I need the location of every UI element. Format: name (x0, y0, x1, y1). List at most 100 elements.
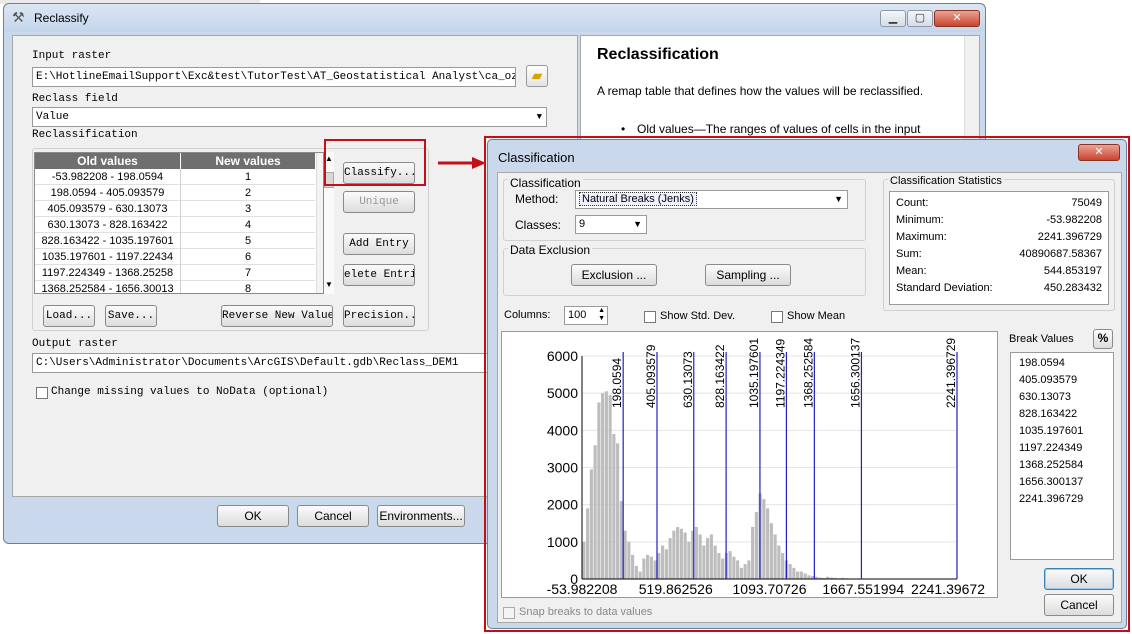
break-value-item[interactable]: 2241.396729 (1019, 493, 1083, 510)
column-header-new-values[interactable]: New values (181, 153, 315, 169)
delete-entries-button[interactable]: elete Entrie (343, 264, 415, 286)
columns-spinner[interactable]: 100 ▲ ▼ (564, 306, 608, 325)
precision-button[interactable]: Precision... (343, 305, 415, 327)
old-values-cell[interactable]: -53.982208 - 198.0594 (35, 169, 181, 185)
table-row[interactable]: 198.0594 - 405.093579 2 (35, 185, 316, 201)
snap-checkbox[interactable] (503, 607, 515, 619)
histogram-bar (721, 558, 725, 579)
reclassify-ok-button[interactable]: OK (217, 505, 289, 527)
histogram-bar (799, 571, 803, 579)
new-values-cell[interactable]: 6 (181, 249, 315, 265)
statistic-value: 2241.396729 (1037, 231, 1102, 243)
input-raster-field[interactable]: E:\HotlineEmailSupport\Exc&test\TutorTes… (32, 67, 516, 87)
table-row[interactable]: -53.982208 - 198.0594 1 (35, 169, 316, 185)
break-value-item[interactable]: 828.163422 (1019, 408, 1077, 425)
sampling-button[interactable]: Sampling ... (705, 264, 791, 286)
reclassify-cancel-button[interactable]: Cancel (297, 505, 369, 527)
close-button[interactable]: ✕ (934, 10, 980, 27)
break-values-list[interactable]: 198.0594 405.093579 630.13073 828.163422 103… (1010, 352, 1114, 560)
histogram-bar (781, 552, 785, 579)
classification-ok-button[interactable]: OK (1044, 568, 1114, 590)
reclass-field-select[interactable]: Value ▼ (32, 107, 547, 127)
save-button[interactable]: Save... (105, 305, 157, 327)
spinner-arrows-icon[interactable]: ▲ ▼ (598, 307, 605, 323)
old-values-cell[interactable]: 1197.224349 - 1368.25258 (35, 265, 181, 281)
histogram-bar (616, 443, 620, 579)
exclusion-button[interactable]: Exclusion ... (571, 264, 657, 286)
new-values-cell[interactable]: 8 (181, 281, 315, 293)
new-values-cell[interactable]: 1 (181, 169, 315, 185)
table-scrollbar[interactable] (316, 153, 323, 293)
statistic-name: Minimum: (896, 214, 944, 226)
table-row[interactable]: 828.163422 - 1035.197601 5 (35, 233, 316, 249)
histogram-chart: 0100020003000400050006000198.0594 405.093… (547, 338, 986, 597)
histogram-bar (694, 526, 698, 579)
break-value-item[interactable]: 1656.300137 (1019, 476, 1083, 493)
histogram-bar (788, 564, 792, 579)
old-values-cell[interactable]: 630.13073 - 828.163422 (35, 217, 181, 233)
table-row[interactable]: 1197.224349 - 1368.25258 7 (35, 265, 316, 281)
histogram-bar (668, 538, 672, 579)
column-header-old-values[interactable]: Old values (35, 153, 181, 169)
break-values-label: Break Values (1009, 333, 1074, 345)
statistic-row: Count: 75049 (896, 197, 1102, 214)
reverse-new-values-button[interactable]: Reverse New Values (221, 305, 333, 327)
maximize-button[interactable]: ▢ (907, 10, 933, 27)
new-values-cell[interactable]: 5 (181, 233, 315, 249)
break-line-label: 1197.224349 (773, 338, 787, 408)
reclass-table[interactable]: Old values New values -53.982208 - 198.0… (34, 152, 324, 294)
help-paragraph: A remap table that defines how the value… (597, 84, 924, 98)
method-select[interactable]: Natural Breaks (Jenks) ▼ (575, 190, 848, 209)
new-values-cell[interactable]: 2 (181, 185, 315, 201)
load-button[interactable]: Load... (43, 305, 95, 327)
table-row[interactable]: 1368.252584 - 1656.30013 8 (35, 281, 316, 293)
histogram-bar (619, 500, 623, 579)
histogram-bar (631, 554, 635, 579)
histogram-bar (661, 545, 665, 579)
break-value-item[interactable]: 1035.197601 (1019, 425, 1083, 442)
environments-button[interactable]: Environments... (377, 505, 465, 527)
histogram-bar (649, 556, 653, 579)
statistic-row: Mean: 544.853197 (896, 265, 1102, 282)
histogram-bar (796, 571, 800, 579)
table-row[interactable]: 405.093579 - 630.13073 3 (35, 201, 316, 217)
break-value-item[interactable]: 1368.252584 (1019, 459, 1083, 476)
break-value-item[interactable]: 1197.224349 (1019, 442, 1082, 459)
x-tick-label: 519.862526 (639, 581, 713, 597)
old-values-cell[interactable]: 198.0594 - 405.093579 (35, 185, 181, 201)
new-values-cell[interactable]: 4 (181, 217, 315, 233)
folder-open-icon[interactable]: ▰ (526, 65, 548, 87)
new-values-cell[interactable]: 3 (181, 201, 315, 217)
histogram-bar (642, 558, 646, 579)
classification-close-button[interactable]: ✕ (1078, 144, 1120, 161)
unique-button[interactable]: Unique (343, 191, 415, 213)
break-value-item[interactable]: 630.13073 (1019, 391, 1071, 408)
break-value-item[interactable]: 405.093579 (1019, 374, 1077, 391)
histogram-bar (706, 538, 710, 579)
histogram-area[interactable]: 0 1000 2000 3000 4000 5000 6000 198.0594 405.093… (501, 331, 998, 598)
output-raster-field[interactable]: C:\Users\Administrator\Documents\ArcGIS\… (32, 353, 516, 373)
reclassify-title-bar[interactable]: ⚒ Reclassify ▁ ▢ ✕ (4, 4, 985, 32)
classes-select[interactable]: 9 ▼ (575, 215, 647, 234)
add-entry-button[interactable]: Add Entry (343, 233, 415, 255)
show-mean-checkbox[interactable] (771, 311, 783, 323)
old-values-cell[interactable]: 828.163422 - 1035.197601 (35, 233, 181, 249)
break-value-item[interactable]: 198.0594 (1019, 357, 1065, 374)
classification-cancel-button[interactable]: Cancel (1044, 594, 1114, 616)
data-exclusion-label: Data Exclusion (508, 243, 593, 257)
show-std-dev-checkbox[interactable] (644, 311, 656, 323)
help-bullet-marker: • (621, 122, 626, 136)
scroll-down-icon[interactable]: ▼ (325, 280, 333, 289)
table-row[interactable]: 1035.197601 - 1197.22434 6 (35, 249, 316, 265)
change-missing-checkbox[interactable] (36, 387, 48, 399)
table-row[interactable]: 630.13073 - 828.163422 4 (35, 217, 316, 233)
histogram-bar (638, 571, 642, 579)
percent-button[interactable]: % (1093, 329, 1113, 349)
histogram-bar (612, 434, 616, 579)
old-values-cell[interactable]: 405.093579 - 630.13073 (35, 201, 181, 217)
new-values-cell[interactable]: 7 (181, 265, 315, 281)
minimize-button[interactable]: ▁ (880, 10, 906, 27)
old-values-cell[interactable]: 1368.252584 - 1656.30013 (35, 281, 181, 293)
old-values-cell[interactable]: 1035.197601 - 1197.22434 (35, 249, 181, 265)
histogram-bar (762, 499, 766, 579)
